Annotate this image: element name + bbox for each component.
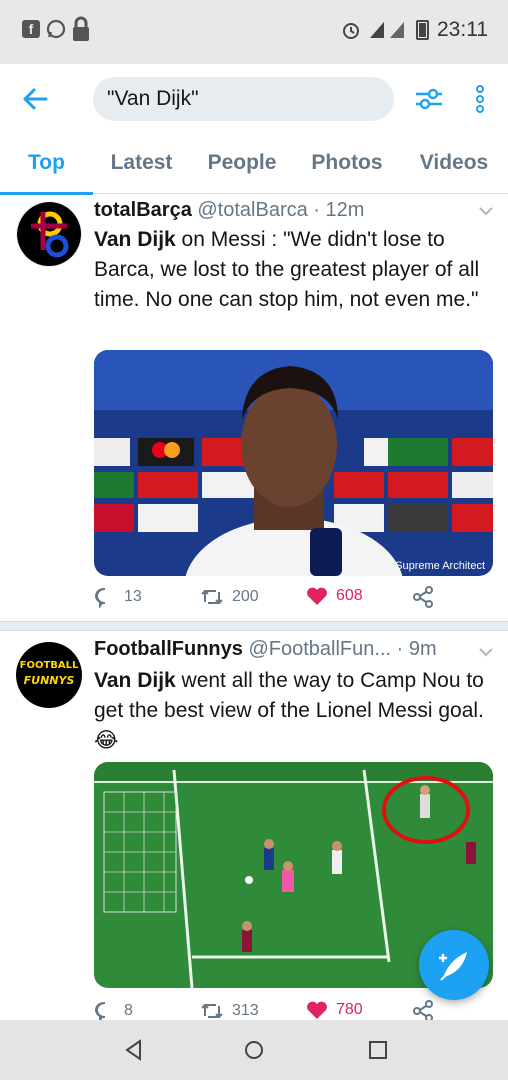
tweet-2-text: Van Dijk went all the way to Camp Nou to… bbox=[94, 666, 494, 756]
nav-home-icon[interactable] bbox=[242, 1038, 266, 1062]
reply-icon bbox=[95, 587, 106, 608]
share-icon bbox=[413, 586, 433, 608]
status-bar: f 23:11 bbox=[0, 0, 508, 64]
avatar-text-bottom: FUNNYS bbox=[23, 674, 75, 687]
facebook-icon: f bbox=[22, 20, 40, 38]
more-options-icon[interactable] bbox=[470, 84, 490, 114]
nav-back-icon[interactable] bbox=[122, 1038, 146, 1062]
search-tabs: Top Latest People Photos Videos bbox=[0, 134, 508, 195]
search-header: "Van Dijk" bbox=[0, 64, 508, 134]
retweet-icon bbox=[201, 589, 223, 605]
tab-latest[interactable]: Latest bbox=[93, 134, 190, 194]
alarm-icon bbox=[343, 23, 359, 39]
reply-icon bbox=[95, 1001, 106, 1022]
tweet-2-keyword: Van Dijk bbox=[94, 669, 176, 692]
totalbarca-logo-icon bbox=[17, 202, 81, 266]
tweet-1-keyword: Van Dijk bbox=[94, 228, 176, 251]
reply-count: 8 bbox=[124, 1002, 133, 1019]
tweet-1[interactable]: totalBarça @totalBarca · 12m Van Dijk on… bbox=[0, 195, 508, 625]
back-arrow-icon[interactable] bbox=[20, 84, 50, 114]
chevron-down-icon[interactable] bbox=[478, 646, 494, 658]
retweet-count: 313 bbox=[232, 1002, 259, 1019]
avatar-footballfunnys[interactable]: FOOTBALL FUNNYS bbox=[16, 642, 82, 708]
reply-count: 13 bbox=[124, 588, 142, 605]
share-button[interactable] bbox=[412, 586, 434, 608]
search-input[interactable]: "Van Dijk" bbox=[93, 77, 394, 121]
tab-top[interactable]: Top bbox=[0, 134, 93, 195]
heart-icon bbox=[307, 1001, 327, 1019]
chevron-down-icon[interactable] bbox=[478, 205, 494, 217]
compose-tweet-button[interactable] bbox=[419, 930, 489, 1000]
tweet-2-handle: @FootballFun... bbox=[248, 638, 392, 660]
tab-photos[interactable]: Photos bbox=[294, 134, 400, 194]
retweet-count: 200 bbox=[232, 588, 259, 605]
tweet-divider bbox=[0, 621, 508, 631]
retweet-button[interactable]: 313 bbox=[200, 1000, 259, 1022]
tweet-1-handle: @totalBarca bbox=[197, 199, 308, 221]
like-button[interactable]: 608 bbox=[306, 586, 363, 606]
tweet-1-header: totalBarça @totalBarca · 12m bbox=[94, 199, 364, 222]
like-count: 608 bbox=[336, 587, 363, 604]
avatar-totalbarca[interactable] bbox=[16, 201, 82, 267]
share-button[interactable] bbox=[412, 1000, 434, 1022]
interview-photo-image bbox=[94, 350, 493, 576]
battery-icon bbox=[416, 20, 429, 40]
tweet-1-actions: 13 200 608 bbox=[94, 586, 494, 616]
avatar-text-top: FOOTBALL bbox=[19, 660, 79, 671]
lock-icon bbox=[73, 16, 89, 41]
status-time: 23:11 bbox=[437, 18, 488, 41]
signal-icon bbox=[370, 22, 404, 38]
tweet-1-author-name[interactable]: totalBarça bbox=[94, 199, 192, 221]
tweet-1-text: Van Dijk on Messi : "We didn't lose to B… bbox=[94, 225, 494, 315]
photo-watermark-caption: Supreme Architect bbox=[395, 560, 485, 572]
retweet-icon bbox=[201, 1003, 223, 1019]
tweet-2-author-name[interactable]: FootballFunnys bbox=[94, 638, 243, 660]
tweet-1-time: · 12m bbox=[313, 199, 365, 221]
tweet-2-time: · 9m bbox=[396, 638, 437, 660]
compose-feather-icon bbox=[439, 952, 467, 981]
whatsapp-icon bbox=[46, 19, 66, 39]
tweet-1-photo[interactable]: Supreme Architect bbox=[94, 350, 493, 576]
heart-icon bbox=[307, 587, 327, 605]
tweet-2-header: FootballFunnys @FootballFun... · 9m bbox=[94, 638, 437, 661]
android-nav-bar bbox=[0, 1020, 508, 1080]
filter-settings-icon[interactable] bbox=[414, 84, 444, 114]
status-left-icons: f bbox=[22, 16, 90, 42]
reply-button[interactable]: 8 bbox=[94, 1000, 133, 1022]
tab-people[interactable]: People bbox=[190, 134, 294, 194]
tab-videos[interactable]: Videos bbox=[400, 134, 508, 194]
like-button[interactable]: 780 bbox=[306, 1000, 363, 1020]
like-count: 780 bbox=[336, 1001, 363, 1018]
share-icon bbox=[413, 1000, 433, 1022]
nav-recents-icon[interactable] bbox=[366, 1038, 390, 1062]
retweet-button[interactable]: 200 bbox=[200, 586, 259, 608]
status-right: 23:11 bbox=[342, 18, 488, 42]
reply-button[interactable]: 13 bbox=[94, 586, 142, 608]
